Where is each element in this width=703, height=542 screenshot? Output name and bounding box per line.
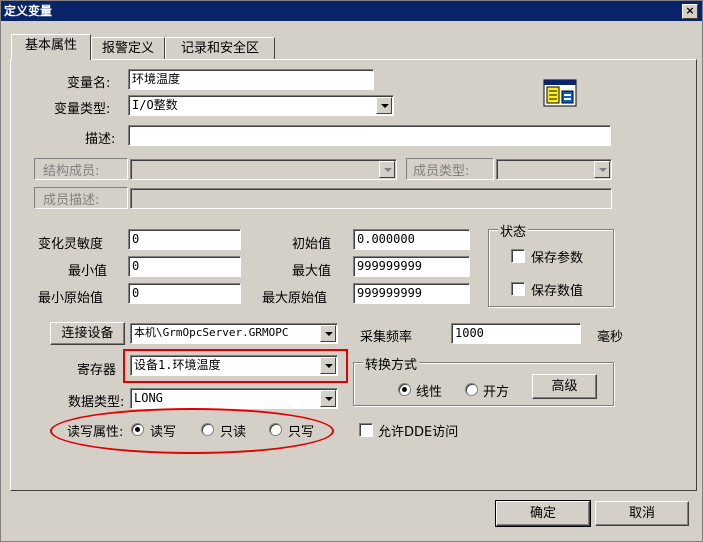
register-label: 寄存器 [77, 363, 117, 378]
close-button[interactable]: × [682, 4, 698, 19]
chevron-down-icon[interactable] [376, 97, 392, 114]
conversion-group-title: 转换方式 [363, 354, 420, 373]
save-values-checkbox[interactable] [511, 282, 525, 296]
var-type-label: 变量类型: [54, 102, 111, 117]
advanced-button[interactable]: 高级 [532, 374, 597, 399]
var-type-value: I/O整数 [132, 98, 178, 112]
member-type-label: 成员类型: [413, 164, 470, 179]
var-type-dropdown[interactable]: I/O整数 [128, 95, 394, 116]
save-params-label: 保存参数 [531, 251, 584, 266]
sample-rate-input[interactable]: 1000 [451, 323, 581, 344]
var-name-label: 变量名: [67, 76, 111, 91]
variable-properties-icon[interactable] [543, 79, 577, 107]
desc-label: 描述: [85, 132, 116, 147]
chevron-down-icon [379, 161, 395, 178]
initial-value-input[interactable]: 0.000000 [353, 229, 470, 250]
member-type-dropdown [496, 159, 612, 180]
device-value: 本机\GrmOpcServer.GRMOPC [134, 326, 289, 339]
conversion-linear-label: 线性 [416, 385, 443, 400]
status-group-title: 状态 [498, 221, 529, 240]
allow-dde-checkbox[interactable] [359, 423, 373, 437]
save-values-label: 保存数值 [531, 284, 584, 299]
allow-dde-label: 允许DDE访问 [378, 425, 459, 440]
min-raw-input[interactable]: 0 [128, 283, 241, 304]
sensitivity-label: 变化灵敏度 [38, 237, 104, 252]
close-icon: × [685, 4, 695, 17]
struct-member-label: 结构成员: [43, 164, 100, 179]
register-highlight-box [123, 349, 348, 383]
max-value-label: 最大值 [292, 264, 332, 279]
ok-button[interactable]: 确定 [495, 500, 591, 527]
chevron-down-icon [594, 161, 610, 178]
rw-highlight-oval [50, 408, 334, 454]
var-name-input[interactable]: 环境温度 [128, 69, 374, 90]
data-type-dropdown[interactable]: LONG [130, 388, 338, 409]
save-params-checkbox[interactable] [511, 249, 525, 263]
chevron-down-icon[interactable] [320, 390, 336, 407]
conversion-linear-radio[interactable] [398, 383, 411, 396]
member-desc-label: 成员描述: [43, 193, 100, 208]
min-raw-label: 最小原始值 [38, 291, 104, 306]
struct-member-dropdown [130, 159, 397, 180]
min-value-input[interactable]: 0 [128, 256, 241, 277]
define-variable-dialog: 定义变量 × 基本属性 报警定义 记录和安全区 变量名: 环境温度 变量类型: … [0, 0, 703, 542]
chevron-down-icon[interactable] [320, 325, 336, 342]
conversion-sqrt-radio[interactable] [465, 383, 478, 396]
device-dropdown[interactable]: 本机\GrmOpcServer.GRMOPC [130, 323, 338, 344]
connect-device-button[interactable]: 连接设备 [50, 322, 125, 345]
tab-record-security[interactable]: 记录和安全区 [165, 37, 275, 60]
cancel-button[interactable]: 取消 [595, 501, 689, 526]
tab-basic-properties[interactable]: 基本属性 [11, 34, 91, 60]
data-type-value: LONG [134, 391, 163, 405]
dialog-title: 定义变量 [4, 4, 53, 18]
data-type-label: 数据类型: [68, 395, 125, 410]
min-value-label: 最小值 [68, 264, 108, 279]
max-raw-label: 最大原始值 [262, 291, 328, 306]
sample-rate-label: 采集频率 [360, 330, 413, 345]
max-raw-input[interactable]: 999999999 [353, 283, 470, 304]
member-desc-input [130, 188, 612, 209]
max-value-input[interactable]: 999999999 [353, 256, 470, 277]
conversion-sqrt-label: 开方 [483, 385, 510, 400]
initial-value-label: 初始值 [292, 237, 332, 252]
title-bar[interactable]: 定义变量 × [1, 1, 702, 21]
tab-alarm-definition[interactable]: 报警定义 [91, 37, 165, 60]
sample-rate-unit: 毫秒 [597, 330, 624, 345]
sensitivity-input[interactable]: 0 [128, 229, 241, 250]
desc-input[interactable] [128, 125, 611, 146]
